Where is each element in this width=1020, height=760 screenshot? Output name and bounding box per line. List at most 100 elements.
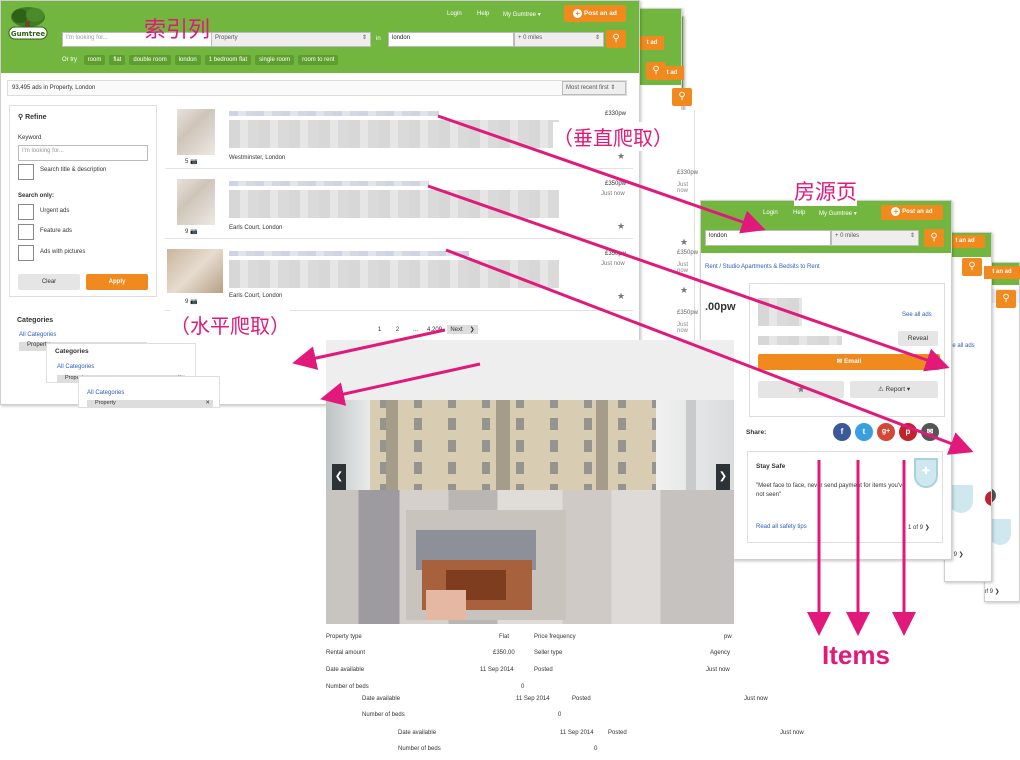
search-title-label: Search title & description xyxy=(40,167,107,173)
detail-location-input[interactable]: london xyxy=(705,230,831,246)
apply-button[interactable]: Apply xyxy=(86,274,148,290)
prop2-label-1: Number of beds xyxy=(362,712,405,718)
detail-login-link[interactable]: Login xyxy=(763,210,778,216)
search-button[interactable]: ⚲ xyxy=(606,30,626,48)
clear-button[interactable]: Clear xyxy=(18,274,80,290)
listing-thumbnail-3[interactable] xyxy=(167,249,223,293)
sort-value: Most recent first xyxy=(566,85,609,91)
urgent-checkbox[interactable] xyxy=(18,204,34,220)
stack-search-button-d2[interactable]: ⚲ xyxy=(962,258,982,276)
detail-post-ad-button[interactable]: + Post an ad xyxy=(881,205,943,220)
favourite-button[interactable]: ★ xyxy=(758,381,844,398)
quick-link-single-room[interactable]: single room xyxy=(255,55,295,65)
detail-my-gumtree-label: My Gumtree xyxy=(819,211,853,217)
email-share-icon[interactable]: ✉ xyxy=(921,423,939,441)
feature-label: Feature ads xyxy=(40,228,73,234)
svg-text:Gumtree: Gumtree xyxy=(11,30,46,38)
stack-post-ad-2[interactable]: t ad xyxy=(640,36,664,50)
stack-chat-icon-2[interactable] xyxy=(985,491,991,506)
search-icon: ⚲ xyxy=(930,232,938,243)
detail-my-gumtree[interactable]: My Gumtree ▾ xyxy=(819,210,857,217)
star-icon[interactable]: ★ xyxy=(617,151,625,162)
safety-tips-link[interactable]: Read all safety tips xyxy=(756,524,807,530)
listing-title-2[interactable] xyxy=(229,181,429,186)
help-link[interactable]: Help xyxy=(477,11,489,17)
listing-row-3[interactable]: 9 📷 Earls Court, London £350pw Just now … xyxy=(165,245,633,311)
quick-link-room[interactable]: room xyxy=(83,55,106,65)
pictures-checkbox[interactable] xyxy=(18,245,34,261)
search-title-checkbox[interactable] xyxy=(18,164,34,180)
stack-post-ad-d3[interactable]: t an ad xyxy=(984,266,1020,279)
reveal-button[interactable]: Reveal xyxy=(898,331,938,346)
label-vertical-crawl: （垂直爬取） xyxy=(553,122,673,151)
refine-title-text: Refine xyxy=(25,114,47,121)
listing-title-3[interactable] xyxy=(229,251,469,256)
quick-links-label: Or try xyxy=(62,57,77,63)
all-categories-link[interactable]: All Categories xyxy=(19,332,56,338)
google-plus-icon[interactable]: g+ xyxy=(877,423,895,441)
stack-property-label-3: Property xyxy=(95,400,116,406)
label-items: Items xyxy=(822,640,890,670)
stack-search-button-d3[interactable]: ⚲ xyxy=(996,290,1016,308)
results-bar: 93,495 ads in Property, London Most rece… xyxy=(7,80,627,96)
see-all-ads-link[interactable]: See all ads xyxy=(902,312,932,318)
prop2-value-1: 0 xyxy=(558,712,562,718)
listing-thumbnail-1[interactable] xyxy=(177,109,215,155)
photo-count-value-2: 9 xyxy=(185,229,189,235)
twitter-icon[interactable]: t xyxy=(855,423,873,441)
stack-search-button-3[interactable]: ⚲ xyxy=(672,88,692,106)
post-ad-label: Post an ad xyxy=(583,10,617,17)
slide-counter[interactable]: 1 of 9 ❯ xyxy=(908,524,930,531)
sort-select[interactable]: Most recent first ⇕ xyxy=(562,81,626,95)
chevron-right-icon[interactable]: ❯ xyxy=(716,464,730,490)
post-ad-button[interactable]: + Post an ad xyxy=(564,5,626,22)
chevron-down-icon: ▾ xyxy=(853,211,857,217)
photo-gallery: ❮ ❯ xyxy=(326,340,734,624)
listing-thumbnail-2[interactable] xyxy=(177,179,215,225)
distance-select[interactable]: + 0 miles ⇕ xyxy=(514,32,604,47)
quick-link-london[interactable]: london xyxy=(174,55,201,65)
facebook-icon[interactable]: f xyxy=(833,423,851,441)
location-input[interactable]: london xyxy=(388,32,514,47)
quick-link-1-bedroom-flat[interactable]: 1 bedroom flat xyxy=(204,55,252,65)
quick-link-room-to-rent[interactable]: room to rent xyxy=(298,55,339,65)
star-icon[interactable]: ★ xyxy=(617,221,625,232)
page-link[interactable]: 2 xyxy=(391,327,404,333)
stack-all-categories-3[interactable]: All Categories xyxy=(87,390,124,396)
report-button[interactable]: ⚠ Report ▾ xyxy=(850,381,938,398)
detail-help-link[interactable]: Help xyxy=(793,210,805,216)
detail-search-button[interactable]: ⚲ xyxy=(924,229,944,247)
email-button[interactable]: ✉ Email xyxy=(758,354,940,370)
listing-title-1[interactable] xyxy=(229,111,439,116)
photo-count-1: 5 📷 xyxy=(185,158,198,165)
stack-star-icon-2[interactable]: ★ xyxy=(680,285,688,296)
detail-distance-value: + 0 miles xyxy=(835,233,860,239)
quick-link-double-room[interactable]: double room xyxy=(129,55,171,65)
stack-all-categories-2[interactable]: All Categories xyxy=(57,364,94,370)
prop3-label2-0: Posted xyxy=(608,730,627,736)
keyword-input[interactable]: I'm looking for... xyxy=(18,145,148,161)
login-link[interactable]: Login xyxy=(447,11,462,17)
next-button[interactable]: Next ❯ xyxy=(447,325,478,334)
breadcrumb[interactable]: Rent / Studio Apartments & Bedsits to Re… xyxy=(705,264,820,270)
star-icon[interactable]: ★ xyxy=(617,291,625,302)
stay-safe-box: Stay Safe ✚ "Meet face to face, never se… xyxy=(747,451,943,543)
stack-property-3[interactable]: Property ✕ xyxy=(87,400,213,408)
chevron-left-icon[interactable]: ❮ xyxy=(332,464,346,490)
page-link-last[interactable]: 4,209 xyxy=(427,327,442,333)
photo-count-3: 9 📷 xyxy=(185,298,198,305)
stack-star-icon-1[interactable]: ★ xyxy=(680,237,688,248)
page-link[interactable]: 1 xyxy=(373,327,386,333)
listing-row-2[interactable]: 9 📷 Earls Court, London £350pw Just now … xyxy=(165,175,633,239)
pinterest-icon[interactable]: p xyxy=(899,423,917,441)
distance-value: + 0 miles xyxy=(518,35,543,41)
my-gumtree-menu[interactable]: My Gumtree ▾ xyxy=(503,11,541,18)
detail-distance-select[interactable]: + 0 miles ⇕ xyxy=(831,230,919,246)
gumtree-logo[interactable]: Gumtree xyxy=(7,5,49,45)
stack-search-button-2[interactable]: ⚲ xyxy=(646,62,666,80)
quick-link-flat[interactable]: flat xyxy=(109,55,126,65)
feature-checkbox[interactable] xyxy=(18,224,34,240)
categories-title: Categories xyxy=(17,317,54,324)
prop-value-0: Flat xyxy=(499,634,510,640)
category-select[interactable]: Property ⇕ xyxy=(211,32,371,47)
